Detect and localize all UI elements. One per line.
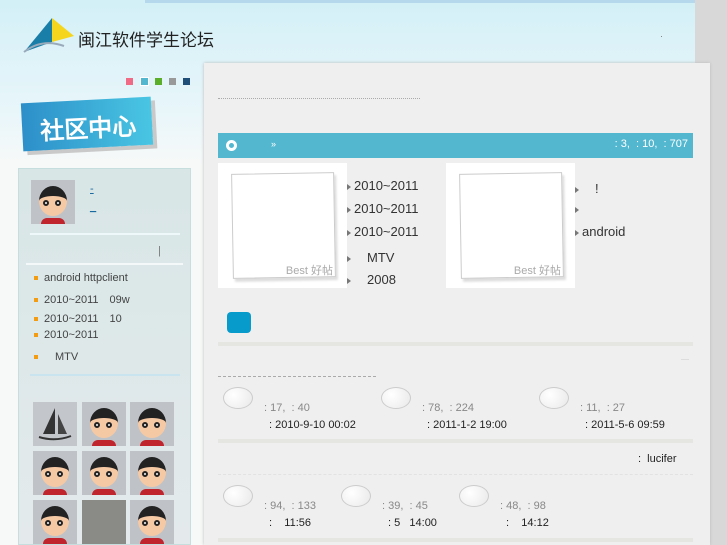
bullet-arrow-icon (347, 183, 351, 190)
bullet-arrow-icon (575, 206, 579, 213)
bullet-arrow-icon (347, 255, 351, 262)
best-post-link[interactable]: 2010~2011 (347, 201, 418, 216)
theme-swatch-blue[interactable] (140, 77, 149, 86)
forum-stats: : 3, : 10, : 707 (614, 138, 688, 150)
forum-stats: : 78, : 224 (422, 402, 474, 414)
best-post-title: 2008 (354, 272, 396, 287)
bullet-arrow-icon (575, 186, 579, 193)
forum-stats: : 39, : 45 (382, 500, 428, 512)
sailboat-icon (38, 408, 72, 441)
last-post-time: : 2010-9-10 00:02 (269, 419, 356, 431)
forum-speech-bubble-icon[interactable] (381, 387, 411, 409)
member-avatar[interactable] (82, 402, 126, 446)
last-post-time: : 5 14:00 (388, 517, 437, 529)
header-link[interactable]: · (660, 31, 663, 41)
best-post-title: 2010~2011 (354, 224, 419, 239)
recent-item[interactable]: 2010~2011 (34, 329, 99, 341)
member-avatar[interactable] (82, 451, 126, 495)
best-post-title: 2010~2011 (354, 178, 419, 193)
last-post-time: : 2011-5-6 09:59 (585, 419, 665, 431)
recent-item[interactable]: 2010~2011 10 (34, 310, 122, 326)
member-avatar[interactable] (130, 451, 174, 495)
best-post-title: MTV (354, 250, 395, 265)
member-avatar[interactable] (130, 402, 174, 446)
divider (218, 342, 693, 346)
forum-icon (226, 140, 237, 151)
theme-swatch-pink[interactable] (126, 78, 133, 85)
last-post-time: : 14:12 (506, 517, 549, 529)
forum-speech-bubble-icon[interactable] (223, 387, 253, 409)
divider (26, 263, 183, 265)
forum-speech-bubble-icon[interactable] (459, 485, 489, 507)
forum-speech-bubble-icon[interactable] (223, 485, 253, 507)
site-name[interactable]: 闽江软件学生论坛 (78, 26, 214, 51)
section-icon[interactable] (227, 312, 251, 333)
bullet-arrow-icon (575, 229, 579, 236)
best-post-link[interactable]: 2010~2011 (347, 224, 418, 239)
theme-swatch-gray[interactable] (169, 78, 176, 85)
breadcrumb-arrow: » (271, 139, 277, 149)
forum-header-bar: » : 3, : 10, : 707 (218, 133, 693, 158)
dashed-divider (218, 474, 693, 475)
best-post-link[interactable]: android (575, 224, 625, 239)
site-logo-icon[interactable] (22, 16, 82, 56)
bullet-arrow-icon (347, 229, 351, 236)
last-post-time: : 11:56 (269, 517, 311, 529)
best-post-link[interactable] (575, 201, 582, 216)
collapse-icon[interactable] (681, 359, 689, 360)
user-link-1[interactable]: - (90, 183, 94, 195)
best-post-link[interactable]: 2010~2011 (347, 178, 418, 193)
user-link-2[interactable]: _ (90, 201, 96, 213)
divider (30, 374, 180, 376)
dotted-divider (218, 98, 420, 99)
recent-item[interactable]: 2010~2011 09w (34, 291, 130, 307)
forum-speech-bubble-icon[interactable] (341, 485, 371, 507)
forum-stats: : 48, : 98 (500, 500, 546, 512)
best-post-link[interactable]: ! (575, 178, 599, 197)
avatar-sailboat[interactable] (33, 402, 77, 446)
best-post-link[interactable]: 2008 (347, 269, 396, 288)
divider (218, 538, 693, 542)
theme-swatch-navy[interactable] (183, 78, 190, 85)
header-top-line (145, 0, 695, 3)
best-post-thumbnail[interactable]: Best 好帖 (446, 163, 575, 288)
best-post-thumbnail[interactable]: Best 好帖 (218, 163, 347, 288)
best-post-title: android (582, 224, 626, 239)
last-post-time: : 2011-1-2 19:00 (427, 419, 507, 431)
member-avatar[interactable] (33, 500, 77, 544)
divider (30, 233, 180, 235)
forum-stats: : 94, : 133 (264, 500, 316, 512)
forum-stats: : 17, : 40 (264, 402, 310, 414)
forum-speech-bubble-icon[interactable] (539, 387, 569, 409)
forum-stats: : 11, : 27 (580, 402, 626, 414)
best-post-title: 2010~2011 (354, 201, 419, 216)
best-badge: Best 好帖 (285, 265, 333, 277)
bullet-arrow-icon (347, 206, 351, 213)
community-banner: 社区中心 (20, 96, 154, 152)
recent-item[interactable]: android httpclient (34, 272, 128, 284)
divider (218, 439, 693, 443)
moderator[interactable]: : lucifer (638, 453, 677, 465)
best-badge: Best 好帖 (513, 265, 561, 277)
theme-swatch-green[interactable] (155, 78, 162, 85)
best-post-title: ! (582, 181, 599, 196)
member-avatar[interactable] (33, 451, 77, 495)
user-avatar[interactable] (31, 180, 75, 224)
dashed-divider (218, 376, 376, 377)
member-avatar-photo[interactable] (82, 500, 126, 544)
sidebar-separator: | (158, 245, 161, 257)
recent-item[interactable]: MTV (34, 348, 78, 364)
bullet-arrow-icon (347, 277, 351, 284)
best-post-link[interactable]: MTV (347, 247, 394, 266)
member-avatar[interactable] (130, 500, 174, 544)
banner-title: 社区中心 (39, 112, 137, 146)
